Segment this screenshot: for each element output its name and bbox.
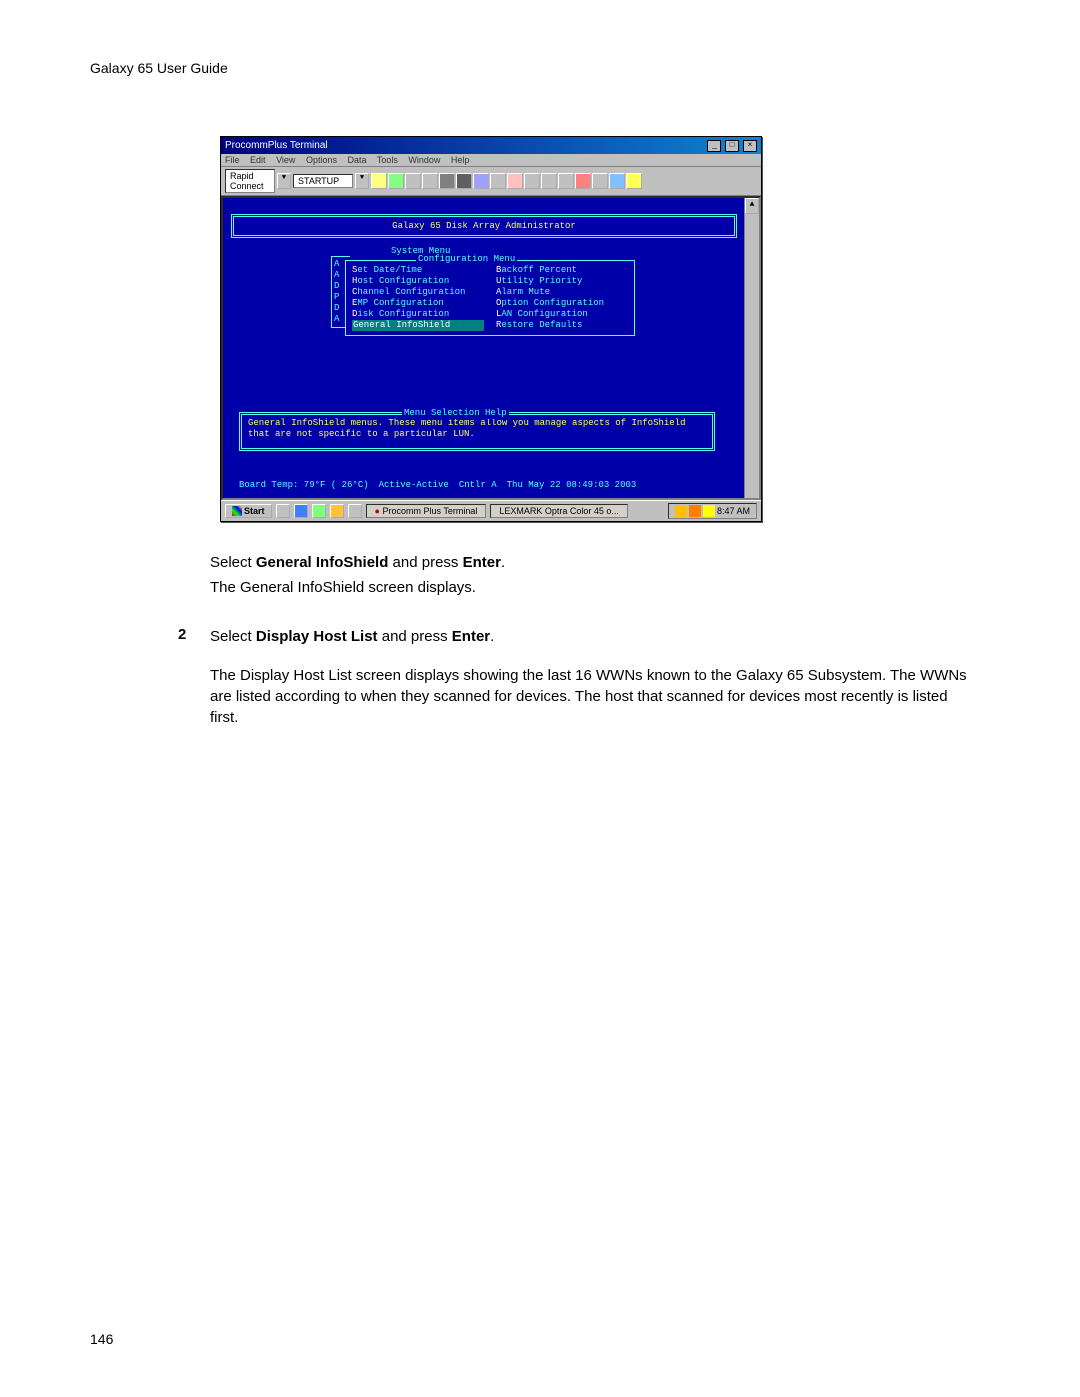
toolbar-icon-group xyxy=(371,173,642,189)
window-control-buttons: _ □ × xyxy=(706,139,757,152)
step-body: Select Display Host List and press Enter… xyxy=(210,626,970,746)
menu-item-disk-configuration[interactable]: Disk Configuration xyxy=(352,309,484,320)
scrollbar[interactable]: ▲ xyxy=(744,198,759,498)
maximize-icon[interactable]: □ xyxy=(725,140,739,152)
menu-item-emp-configuration[interactable]: EMP Configuration xyxy=(352,298,484,309)
toolbar-left-label: Rapid Connect xyxy=(225,169,275,193)
menu-item-channel-configuration[interactable]: Channel Configuration xyxy=(352,287,484,298)
menu-item-option-configuration[interactable]: Option Configuration xyxy=(496,298,628,309)
app-title: Galaxy 65 Disk Array Administrator xyxy=(392,221,576,231)
toolbar-icon[interactable] xyxy=(388,173,404,189)
configuration-menu-label: Configuration Menu xyxy=(416,254,517,264)
app-title-box: Galaxy 65 Disk Array Administrator xyxy=(231,214,737,238)
toolbar-icon[interactable] xyxy=(456,173,472,189)
step-2: 2 Select Display Host List and press Ent… xyxy=(178,626,990,746)
terminal-body: ▲ Galaxy 65 Disk Array Administrator Sys… xyxy=(221,196,761,500)
window-menubar: File Edit View Options Data Tools Window… xyxy=(221,154,761,167)
windows-taskbar: Start ● Procomm Plus Terminal LEXMARK Op… xyxy=(221,500,761,521)
tray-clock: 8:47 AM xyxy=(717,506,750,516)
status-line: Board Temp: 79°F ( 26°C) Active-Active C… xyxy=(239,480,715,490)
quicklaunch-icon[interactable] xyxy=(348,504,362,518)
help-box-label: Menu Selection Help xyxy=(402,408,509,419)
menu-item-lan-configuration[interactable]: LAN Configuration xyxy=(496,309,628,320)
menu-help[interactable]: Help xyxy=(451,155,470,165)
status-controller: Cntlr A xyxy=(459,480,497,490)
menu-stack: System Menu A A D P D A Configuration Me… xyxy=(331,256,631,346)
page-number: 146 xyxy=(90,1331,113,1347)
toolbar-icon[interactable] xyxy=(558,173,574,189)
toolbar-icon[interactable] xyxy=(524,173,540,189)
close-icon[interactable]: × xyxy=(743,140,757,152)
toolbar-icon[interactable] xyxy=(439,173,455,189)
toolbar-icon[interactable] xyxy=(575,173,591,189)
windows-logo-icon xyxy=(232,506,242,516)
menu-item-restore-defaults[interactable]: Restore Defaults xyxy=(496,320,628,331)
menu-file[interactable]: File xyxy=(225,155,240,165)
toolbar-icon[interactable] xyxy=(592,173,608,189)
menu-item-general-infoshield[interactable]: General InfoShield xyxy=(352,320,484,331)
toolbar-icon[interactable] xyxy=(473,173,489,189)
toolbar-icon[interactable] xyxy=(609,173,625,189)
quicklaunch-icon[interactable] xyxy=(276,504,290,518)
terminal-window: ProcommPlus Terminal _ □ × File Edit Vie… xyxy=(220,136,762,522)
page-header: Galaxy 65 User Guide xyxy=(90,60,990,76)
quicklaunch-icon[interactable] xyxy=(312,504,326,518)
toolbar-icon[interactable] xyxy=(490,173,506,189)
start-button[interactable]: Start xyxy=(225,504,272,518)
taskbar-task-procomm[interactable]: ● Procomm Plus Terminal xyxy=(366,504,487,518)
window-titlebar: ProcommPlus Terminal _ □ × xyxy=(221,137,761,154)
toolbar-icon[interactable] xyxy=(371,173,387,189)
menu-window[interactable]: Window xyxy=(408,155,440,165)
menu-item-backoff-percent[interactable]: Backoff Percent xyxy=(496,265,628,276)
menu-data[interactable]: Data xyxy=(347,155,366,165)
status-mode: Active-Active xyxy=(379,480,449,490)
status-datetime: Thu May 22 08:49:03 2003 xyxy=(507,480,637,490)
menu-view[interactable]: View xyxy=(276,155,295,165)
window-toolbar: Rapid Connect ▼ STARTUP ▼ xyxy=(221,167,761,196)
toolbar-icon[interactable] xyxy=(626,173,642,189)
toolbar-icon[interactable] xyxy=(507,173,523,189)
toolbar-icon[interactable] xyxy=(422,173,438,189)
dropdown-arrow-icon[interactable]: ▼ xyxy=(277,173,291,189)
config-right-column: Backoff Percent Utility Priority Alarm M… xyxy=(496,265,628,331)
document-page: Galaxy 65 User Guide ProcommPlus Termina… xyxy=(0,0,1080,1397)
tray-icon[interactable] xyxy=(675,505,687,517)
quicklaunch-icon[interactable] xyxy=(294,504,308,518)
toolbar-icon[interactable] xyxy=(541,173,557,189)
menu-options[interactable]: Options xyxy=(306,155,337,165)
toolbar-icon[interactable] xyxy=(405,173,421,189)
menu-item-set-date-time[interactable]: Set Date/Time xyxy=(352,265,484,276)
menu-item-utility-priority[interactable]: Utility Priority xyxy=(496,276,628,287)
toolbar-startup-field[interactable]: STARTUP xyxy=(293,174,353,188)
help-text: General InfoShield menus. These menu ite… xyxy=(248,418,685,439)
system-tray: 8:47 AM xyxy=(668,503,757,519)
step-number: 2 xyxy=(178,626,210,746)
instruction-block-1: Select General InfoShield and press Ente… xyxy=(210,552,970,598)
tray-icon[interactable] xyxy=(689,505,701,517)
dropdown-arrow-icon[interactable]: ▼ xyxy=(355,173,369,189)
config-left-column: Set Date/Time Host Configuration Channel… xyxy=(352,265,484,331)
menu-tools[interactable]: Tools xyxy=(377,155,398,165)
scroll-up-icon[interactable]: ▲ xyxy=(745,198,759,214)
menu-item-host-configuration[interactable]: Host Configuration xyxy=(352,276,484,287)
window-title: ProcommPlus Terminal xyxy=(225,140,328,151)
minimize-icon[interactable]: _ xyxy=(707,140,721,152)
status-temp: Board Temp: 79°F ( 26°C) xyxy=(239,480,369,490)
terminal-content: Galaxy 65 Disk Array Administrator Syste… xyxy=(231,202,737,494)
menu-selection-help-box: Menu Selection Help General InfoShield m… xyxy=(239,412,715,451)
menu-item-alarm-mute[interactable]: Alarm Mute xyxy=(496,287,628,298)
embedded-screenshot: ProcommPlus Terminal _ □ × File Edit Vie… xyxy=(220,136,990,522)
tray-icon[interactable] xyxy=(703,505,715,517)
configuration-menu: Configuration Menu Set Date/Time Host Co… xyxy=(345,260,635,336)
quicklaunch-icon[interactable] xyxy=(330,504,344,518)
taskbar-task-lexmark[interactable]: LEXMARK Optra Color 45 o... xyxy=(490,504,628,518)
menu-edit[interactable]: Edit xyxy=(250,155,266,165)
